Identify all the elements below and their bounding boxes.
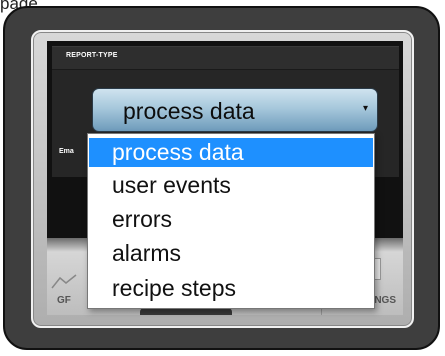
email-field-label: Ema (59, 148, 74, 155)
report-type-dropdown-list[interactable]: process data user events errors alarms r… (87, 133, 375, 309)
tab-graph-label[interactable]: GF (57, 295, 71, 306)
dropdown-option-process-data[interactable]: process data (89, 138, 373, 167)
dropdown-option-alarms[interactable]: alarms (89, 239, 373, 268)
report-type-select[interactable]: process data ▾ (92, 88, 378, 132)
chevron-down-icon: ▾ (362, 103, 368, 114)
dropdown-option-user-events[interactable]: user events (89, 171, 373, 200)
tab-settings-label[interactable]: NGS (374, 295, 396, 306)
report-type-panel-header: REPORT-TYPE (52, 47, 399, 70)
panel-title: REPORT-TYPE (66, 52, 118, 59)
graph-icon[interactable] (51, 270, 81, 292)
active-tab-indicator (140, 308, 232, 315)
dropdown-option-errors[interactable]: errors (89, 205, 373, 234)
report-type-select-value: process data (123, 98, 255, 124)
dropdown-option-recipe-steps[interactable]: recipe steps (89, 274, 373, 303)
